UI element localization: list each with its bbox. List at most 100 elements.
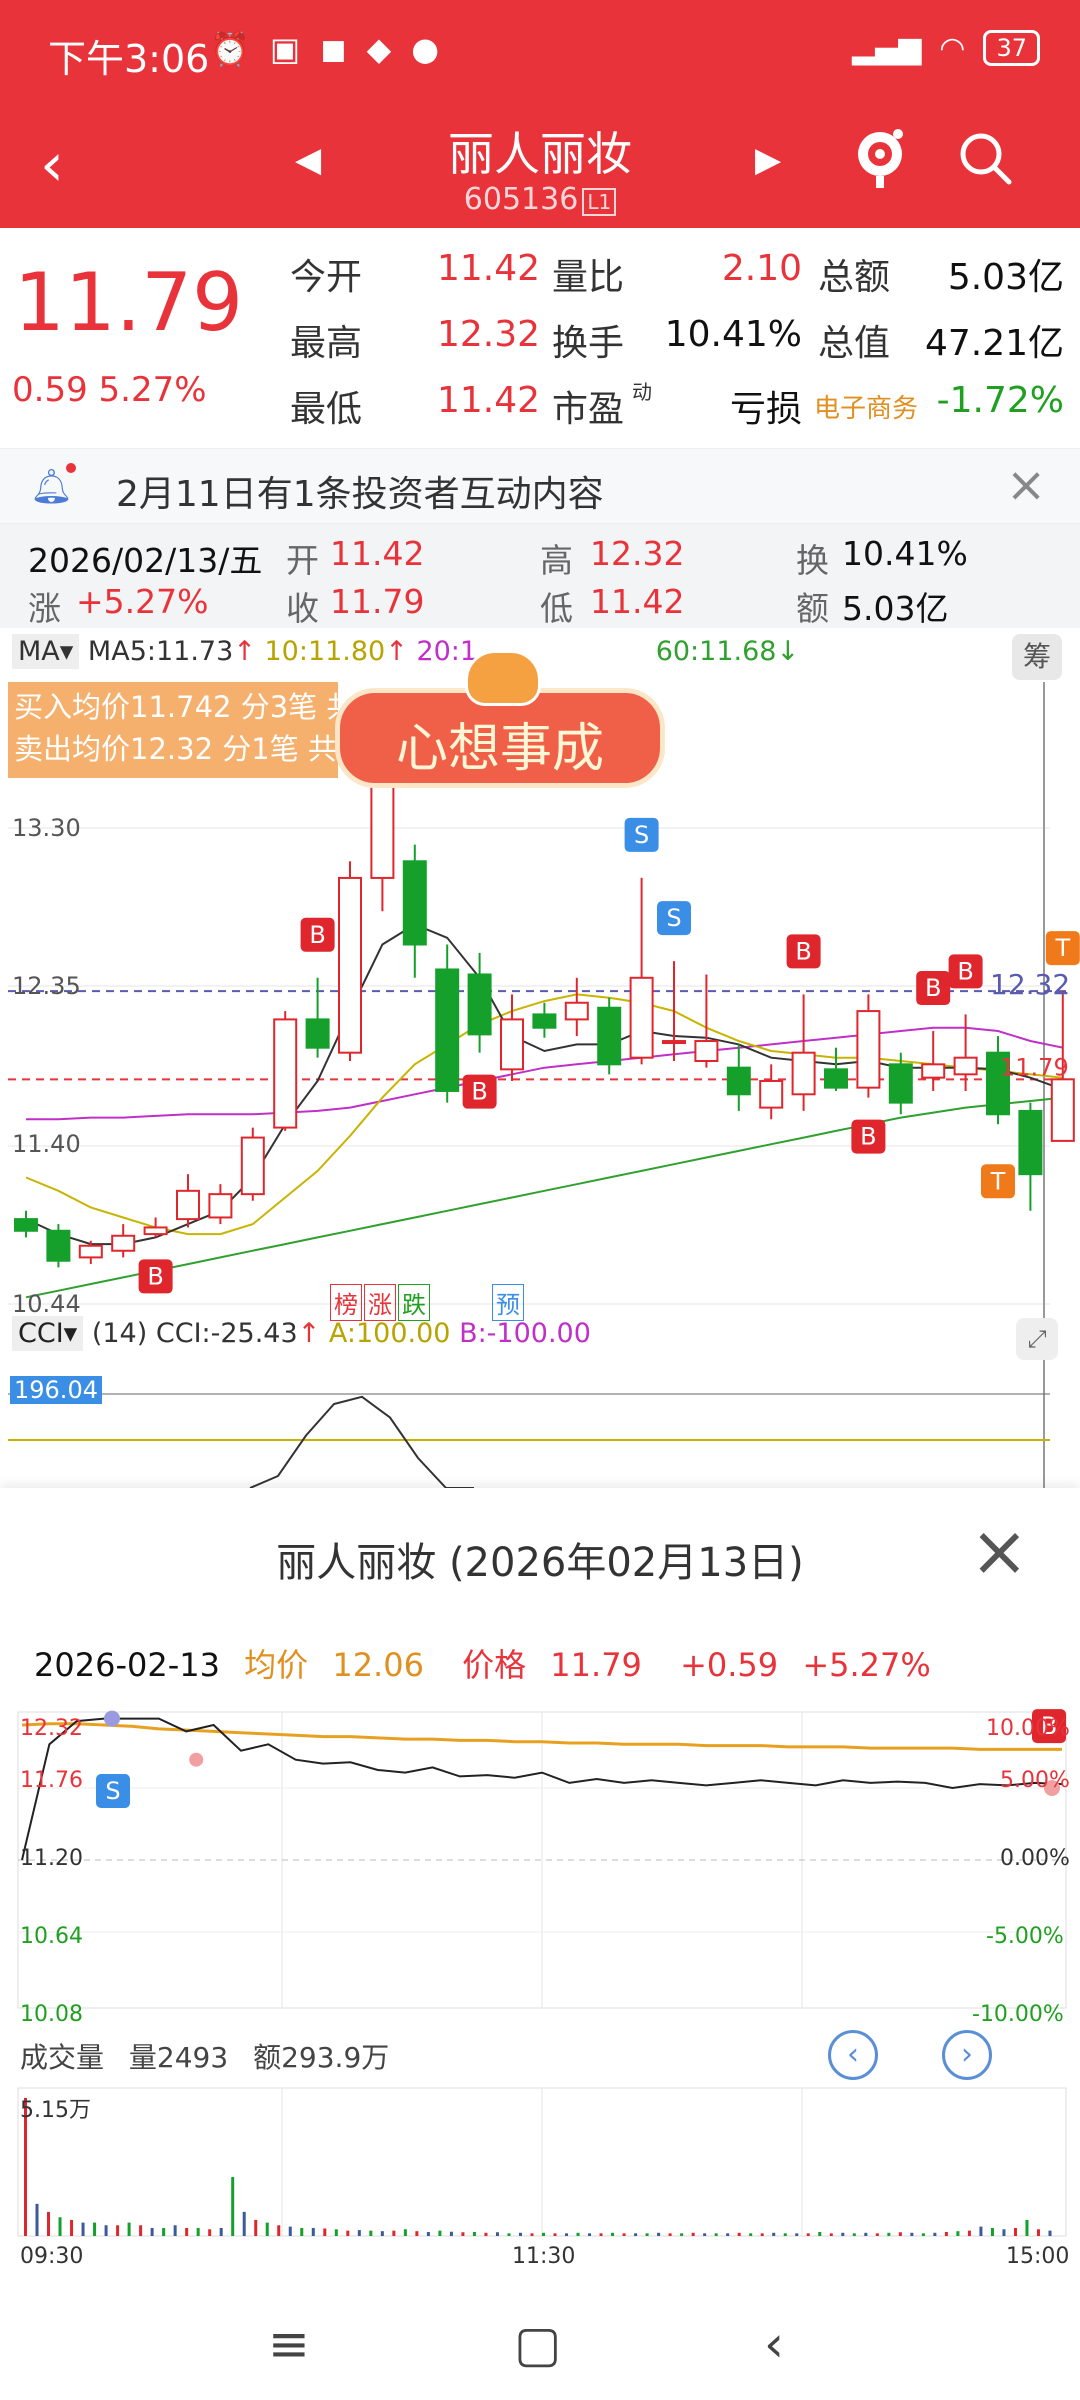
close-icon[interactable]: × — [1006, 457, 1046, 513]
volume-bar — [323, 2228, 327, 2236]
quote-label: 总值 — [818, 323, 891, 364]
candle-body — [78, 1244, 103, 1259]
candle-body — [402, 860, 427, 946]
y-left-tick: 10.08 — [20, 2002, 83, 2027]
prev-day-icon[interactable]: ‹ — [828, 2030, 878, 2080]
marker-label: T — [1054, 934, 1070, 962]
volume-bar — [334, 2229, 338, 2236]
quote-value: 10.41% — [664, 314, 802, 355]
sticker-banner[interactable]: 心想事成 — [335, 650, 665, 788]
quote-label: 量比 — [552, 257, 625, 298]
indicator-select[interactable]: MA▾ — [12, 634, 80, 669]
tag-fall[interactable]: 跌 — [398, 1284, 430, 1321]
menu-icon[interactable]: ≡ — [268, 2315, 310, 2373]
cci-line — [249, 1395, 474, 1488]
volume-bar — [760, 2233, 764, 2236]
notice-text[interactable]: 2月11日有1条投资者互动内容 — [116, 465, 604, 517]
marker-label: B — [147, 1262, 163, 1290]
chip-button[interactable]: 筹 — [1012, 634, 1062, 680]
candle-body — [694, 1040, 719, 1063]
marker-label: B — [795, 937, 811, 965]
tag-rank[interactable]: 榜 — [330, 1284, 362, 1321]
volume-bar — [139, 2225, 143, 2236]
volume-bar — [277, 2225, 281, 2236]
volume-bar — [150, 2227, 154, 2236]
candle-body — [305, 1018, 330, 1049]
volume-bar — [1013, 2227, 1017, 2236]
volume-bar — [426, 2231, 430, 2236]
trade-marker: T — [981, 1164, 1015, 1199]
back-nav-icon[interactable]: ‹ — [764, 2315, 784, 2373]
volume-bar — [231, 2177, 235, 2236]
trade-marker: B — [916, 971, 951, 1006]
cci-top-label: 196.04 — [10, 1376, 102, 1404]
status-icons-right: ▂▄▆ ◠ 37 — [852, 30, 1040, 66]
quote-value: -1.72% — [936, 380, 1064, 421]
volume-bar — [737, 2232, 741, 2236]
status-time: 下午3:06 — [48, 37, 210, 81]
volume-bar — [910, 2232, 914, 2236]
expand-icon[interactable]: ⤢ — [1016, 1318, 1058, 1360]
volume-bar — [1002, 2229, 1006, 2236]
avg-price: 均价 12.06 — [244, 1646, 424, 1684]
volume-bar — [887, 2232, 891, 2236]
volume-bar — [979, 2226, 983, 2236]
volume-bar — [127, 2222, 131, 2236]
intraday-change-pct: +5.27% — [802, 1646, 931, 1684]
y-right-tick: 0.00% — [1000, 1846, 1070, 1871]
status-bar: 下午3:06 ⏰ ▣ ◼ ◆ ● ▂▄▆ ◠ 37 — [0, 0, 1080, 110]
candle-body — [370, 773, 395, 879]
ma60-value: 60:11.68 — [655, 636, 777, 667]
intraday-info: 2026-02-13 均价 12.06 价格 11.79 +0.59 +5.27… — [34, 1640, 945, 1686]
volume-bar — [783, 2233, 787, 2236]
marker-label: B — [860, 1123, 876, 1151]
volume-bar — [173, 2225, 177, 2236]
rise-label: 涨 — [28, 589, 61, 628]
volume-bar — [553, 2233, 557, 2236]
y-tick: 11.40 — [12, 1130, 81, 1158]
battery-icon: 37 — [983, 30, 1040, 66]
quote-label: 电子商务 — [814, 394, 919, 424]
trade-marker: B — [851, 1119, 886, 1154]
volume-bar — [369, 2230, 373, 2236]
trade-summary[interactable]: 买入均价11.742 分3笔 共 卖出均价12.32 分1笔 共 — [8, 682, 338, 778]
volume-bar — [542, 2232, 545, 2236]
volume-bar — [703, 2233, 707, 2236]
y-right-tick: 10.00% — [986, 1716, 1070, 1741]
tag-rise[interactable]: 涨 — [364, 1284, 396, 1321]
volume-bar — [576, 2232, 580, 2236]
notice-bar[interactable]: 🔔︎ 2月11日有1条投资者互动内容 × — [0, 448, 1080, 524]
candle-body — [46, 1229, 71, 1262]
app-icon: ● — [411, 30, 440, 68]
volume-bar — [599, 2233, 603, 2236]
trade-marker: B — [786, 934, 821, 969]
cci-b: B:-100.00 — [459, 1318, 591, 1349]
system-nav-bar: ≡ ▢ ‹ — [0, 2293, 1080, 2400]
close-sheet-icon[interactable]: × — [970, 1510, 1029, 1592]
volume-bar — [726, 2233, 730, 2236]
sticker-text: 心想事成 — [395, 719, 604, 779]
volume-bar — [300, 2227, 304, 2236]
marker-label: B — [471, 1078, 487, 1106]
kline-chart[interactable]: BBSBSSBBBBTT11.79 MA▾ MA5:11.73↑ 10:11.8… — [0, 628, 1080, 1488]
cci-select[interactable]: CCI▾ — [12, 1316, 84, 1351]
high-value: 12.32 — [590, 534, 685, 573]
next-day-icon[interactable]: › — [942, 2030, 992, 2080]
home-icon[interactable]: ▢ — [514, 2315, 561, 2373]
volume-bar — [565, 2233, 569, 2236]
candle-body — [111, 1234, 136, 1252]
tag-forecast[interactable]: 预 — [492, 1284, 524, 1321]
next-stock-icon[interactable]: ▶ — [755, 140, 781, 180]
high-line-label: 12.32 — [990, 968, 1071, 1001]
trade-marker: T — [1045, 931, 1080, 966]
y-right-tick: 5.00% — [1000, 1768, 1070, 1793]
vol-max-label: 5.15万 — [20, 2098, 91, 2123]
quote-panel: 11.79 0.59 5.27% 今开 11.42 量比 2.10 总额 5.03亿 最高 1… — [0, 228, 1080, 448]
y-right-tick: -5.00% — [986, 1924, 1064, 1949]
search-icon[interactable] — [955, 128, 1015, 188]
candle-body — [467, 973, 492, 1036]
trade-dot — [189, 1752, 204, 1767]
volume-bar — [933, 2232, 937, 2236]
assistant-icon[interactable] — [850, 124, 910, 194]
volume-bar — [219, 2227, 223, 2236]
